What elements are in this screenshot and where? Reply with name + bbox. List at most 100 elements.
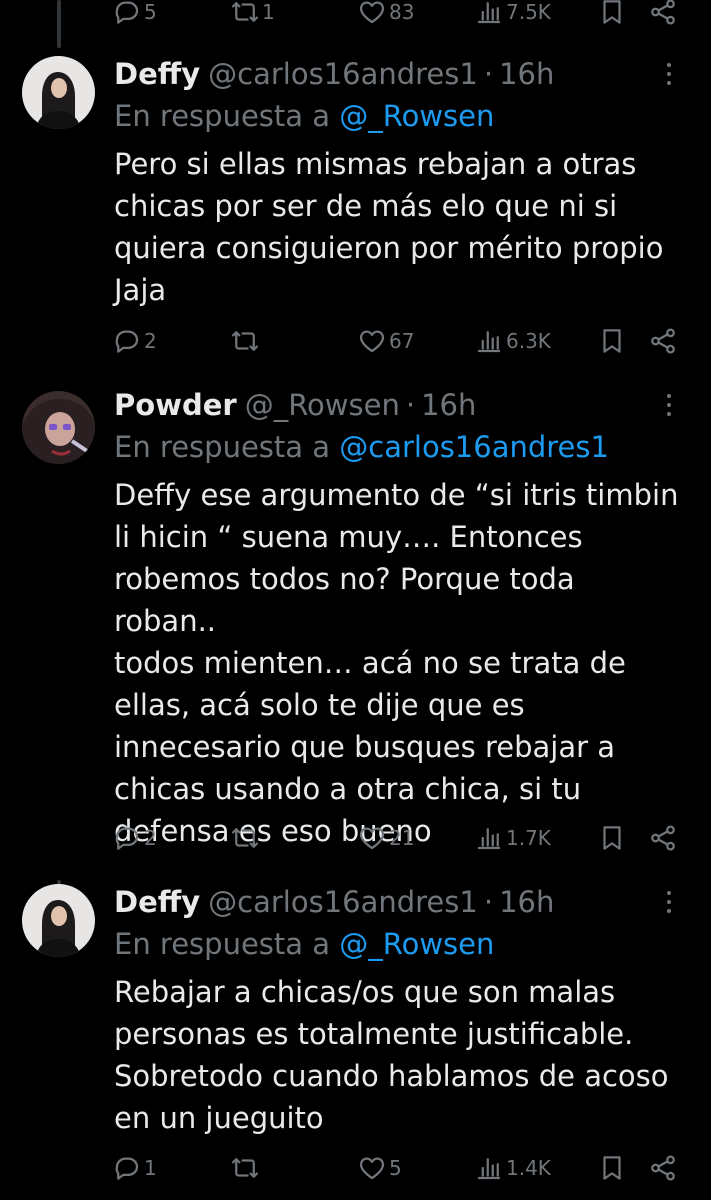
retweet-button[interactable]: 1 <box>230 0 275 32</box>
retweet-button[interactable] <box>230 1148 262 1188</box>
retweet-button[interactable] <box>230 321 262 361</box>
retweet-icon <box>230 326 260 356</box>
views-button[interactable]: 6.3K <box>474 321 551 361</box>
avatar[interactable] <box>22 56 95 129</box>
more-icon[interactable] <box>655 56 683 92</box>
like-button[interactable]: 67 <box>357 321 414 361</box>
bookmark-button[interactable] <box>597 0 627 32</box>
tweet-text: Deffy ese argumento de “si itris timbin … <box>114 478 679 848</box>
tweet-header: Deffy @carlos16andres1 · 16h <box>114 882 683 922</box>
share-icon <box>648 1153 678 1183</box>
tweet-header: Powder @_Rowsen · 16h <box>114 385 683 425</box>
views-icon <box>474 823 504 853</box>
views-count: 7.5K <box>506 0 551 24</box>
like-button[interactable]: 5 <box>357 1148 402 1188</box>
retweet-count: 1 <box>262 0 275 24</box>
reply-count: 1 <box>144 1156 157 1180</box>
reply-icon <box>112 1153 142 1183</box>
like-button[interactable]: 21 <box>357 818 414 858</box>
bookmark-button[interactable] <box>597 818 627 858</box>
tweet-header: Deffy @carlos16andres1 · 16h <box>114 54 683 94</box>
tweet-action-bar: 1 5 1.4K <box>112 1148 683 1188</box>
retweet-icon <box>230 1153 260 1183</box>
like-icon <box>357 1153 387 1183</box>
bookmark-icon <box>597 1153 627 1183</box>
like-icon <box>357 823 387 853</box>
reply-icon <box>112 326 142 356</box>
reply-button[interactable]: 1 <box>112 1148 157 1188</box>
avatar-image <box>22 391 95 464</box>
reply-mention-link[interactable]: @_Rowsen <box>339 99 494 133</box>
views-count: 1.4K <box>506 1156 551 1180</box>
top-action-bar: 5 1 83 7.5K <box>112 0 683 32</box>
display-name[interactable]: Deffy <box>114 57 200 91</box>
reply-count: 5 <box>144 0 157 24</box>
thread-line <box>57 0 61 48</box>
like-count: 21 <box>389 826 415 850</box>
tweet-action-bar: 2 67 6.3K <box>112 321 683 361</box>
share-button[interactable] <box>648 0 678 32</box>
reply-button[interactable]: 2 <box>112 321 157 361</box>
more-icon[interactable] <box>655 387 683 423</box>
reply-context: En respuesta a @_Rowsen <box>114 96 683 136</box>
reply-icon <box>112 823 142 853</box>
like-icon <box>357 0 387 27</box>
tweet-text: Pero si ellas mismas rebajan a otras chi… <box>114 147 664 307</box>
timestamp[interactable]: 16h <box>499 57 554 91</box>
display-name[interactable]: Deffy <box>114 885 200 919</box>
display-name[interactable]: Powder <box>114 388 237 422</box>
bookmark-button[interactable] <box>597 1148 627 1188</box>
reply-prefix: En respuesta a <box>114 927 331 961</box>
share-button[interactable] <box>648 1148 678 1188</box>
like-icon <box>357 326 387 356</box>
more-icon[interactable] <box>655 884 683 920</box>
share-icon <box>648 326 678 356</box>
reply-mention-link[interactable]: @_Rowsen <box>339 927 494 961</box>
share-button[interactable] <box>648 321 678 361</box>
tweet-content: Powder @_Rowsen · 16h En respuesta a @ca… <box>114 385 683 852</box>
avatar-image <box>22 56 95 129</box>
reply-prefix: En respuesta a <box>114 430 331 464</box>
avatar-image <box>22 884 95 957</box>
reply-count: 2 <box>144 826 157 850</box>
views-count: 6.3K <box>506 329 551 353</box>
share-button[interactable] <box>648 818 678 858</box>
reply-context: En respuesta a @_Rowsen <box>114 924 683 964</box>
like-count: 67 <box>389 329 415 353</box>
avatar[interactable] <box>22 884 95 957</box>
reply-context: En respuesta a @carlos16andres1 <box>114 427 683 467</box>
retweet-button[interactable] <box>230 818 262 858</box>
views-icon <box>474 0 504 27</box>
like-count: 5 <box>389 1156 402 1180</box>
reply-count: 2 <box>144 329 157 353</box>
like-count: 83 <box>389 0 415 24</box>
views-icon <box>474 326 504 356</box>
separator-dot: · <box>483 885 494 919</box>
views-button[interactable]: 7.5K <box>474 0 551 32</box>
reply-button[interactable]: 5 <box>112 0 157 32</box>
retweet-icon <box>230 823 260 853</box>
timestamp[interactable]: 16h <box>421 388 476 422</box>
retweet-icon <box>230 0 260 27</box>
bookmark-button[interactable] <box>597 321 627 361</box>
like-button[interactable]: 83 <box>357 0 414 32</box>
reply-icon <box>112 0 142 27</box>
tweet-content: Deffy @carlos16andres1 · 16h En respuest… <box>114 54 683 311</box>
reply-button[interactable]: 2 <box>112 818 157 858</box>
tweet-content: Deffy @carlos16andres1 · 16h En respuest… <box>114 882 683 1139</box>
views-button[interactable]: 1.7K <box>474 818 551 858</box>
views-icon <box>474 1153 504 1183</box>
share-icon <box>648 0 678 27</box>
reply-mention-link[interactable]: @carlos16andres1 <box>339 430 609 464</box>
user-handle[interactable]: @carlos16andres1 <box>208 57 478 91</box>
avatar[interactable] <box>22 391 95 464</box>
views-count: 1.7K <box>506 826 551 850</box>
user-handle[interactable]: @carlos16andres1 <box>208 885 478 919</box>
tweet-text: Rebajar a chicas/os que son malas person… <box>114 975 669 1135</box>
timestamp[interactable]: 16h <box>499 885 554 919</box>
views-button[interactable]: 1.4K <box>474 1148 551 1188</box>
bookmark-icon <box>597 0 627 27</box>
user-handle[interactable]: @_Rowsen <box>245 388 400 422</box>
separator-dot: · <box>405 388 416 422</box>
separator-dot: · <box>483 57 494 91</box>
